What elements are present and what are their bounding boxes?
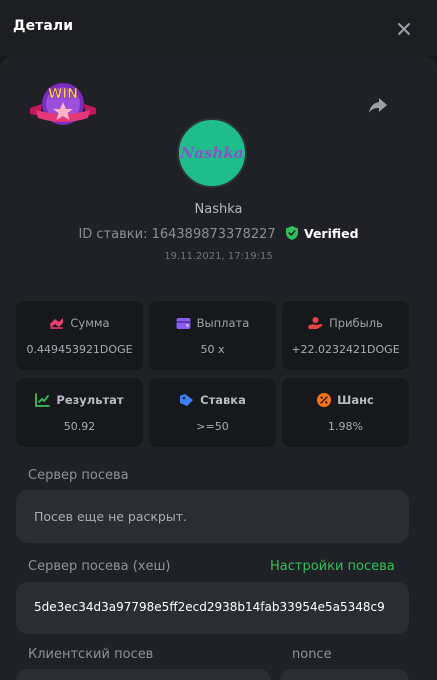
client-seed-field[interactable]: [16, 669, 271, 680]
server-seed-hash-label: Сервер посева (хеш): [28, 559, 171, 574]
modal-header: Детали: [0, 0, 437, 56]
avatar-text: Nashka: [180, 144, 244, 162]
stat-value: 1.98%: [328, 420, 363, 433]
username: Nashka: [194, 202, 243, 217]
stat-label: Ставка: [200, 393, 246, 407]
stat-label: Прибыль: [329, 316, 383, 330]
stat-card-chance: Шанс 1.98%: [282, 378, 409, 447]
nonce-field[interactable]: [280, 669, 409, 680]
stat-card-profit: Прибыль +22.0232421DOGE: [282, 301, 409, 370]
svg-text:WIN: WIN: [48, 87, 78, 102]
stat-value: 0.449453921DOGE: [26, 343, 133, 356]
wallet-icon: [176, 318, 191, 329]
client-seed-label: Клиентский посев: [28, 647, 154, 662]
close-icon[interactable]: [393, 18, 415, 40]
server-seed-field[interactable]: Посев еще не раскрыт.: [16, 490, 409, 543]
modal-title: Детали: [13, 18, 74, 34]
bet-tag-icon: [180, 394, 194, 406]
stat-label: Выплата: [196, 316, 250, 330]
bet-id-row: ID ставки: 164389873378227 Verified: [0, 226, 437, 244]
stat-card-result: Результат 50.92: [16, 378, 143, 447]
stat-card-bet: Ставка >=50: [149, 378, 276, 447]
bet-details-panel: WIN Nashka Nashka ID ставки: 16438987337…: [0, 56, 437, 680]
server-seed-value: Посев еще не раскрыт.: [34, 509, 187, 524]
profit-icon: [308, 317, 323, 329]
bet-id-value: 164389873378227: [151, 227, 276, 242]
avatar: Nashka: [177, 118, 247, 188]
stat-label: Шанс: [337, 393, 374, 407]
seed-settings-link[interactable]: Настройки посева: [270, 559, 395, 574]
bet-datetime: 19.11.2021, 17:19:15: [164, 251, 273, 262]
percent-icon: [317, 393, 332, 407]
server-seed-label: Сервер посева: [28, 468, 129, 483]
stat-label: Сумма: [70, 316, 110, 330]
win-badge-icon: WIN: [28, 78, 98, 130]
stat-card-amount: Сумма 0.449453921DOGE: [16, 301, 143, 370]
result-icon: [35, 393, 51, 407]
server-seed-hash-value: 5de3ec34d3a97798e5ff2ecd2938b14fab33954e…: [34, 600, 385, 614]
server-seed-hash-field[interactable]: 5de3ec34d3a97798e5ff2ecd2938b14fab33954e…: [16, 582, 409, 634]
stat-card-payout: Выплата 50 x: [149, 301, 276, 370]
nonce-label: nonce: [292, 647, 332, 662]
stat-value: >=50: [196, 420, 229, 433]
verified-label: Verified: [303, 226, 359, 241]
stat-value: 50 x: [200, 343, 225, 356]
share-icon[interactable]: [367, 94, 389, 116]
shield-check-icon: [285, 226, 298, 244]
amount-icon: [50, 318, 64, 329]
bet-id-label: ID ставки:: [78, 227, 148, 242]
stat-value: 50.92: [63, 420, 96, 433]
stat-value: +22.0232421DOGE: [291, 343, 400, 356]
stat-label: Результат: [56, 393, 124, 407]
